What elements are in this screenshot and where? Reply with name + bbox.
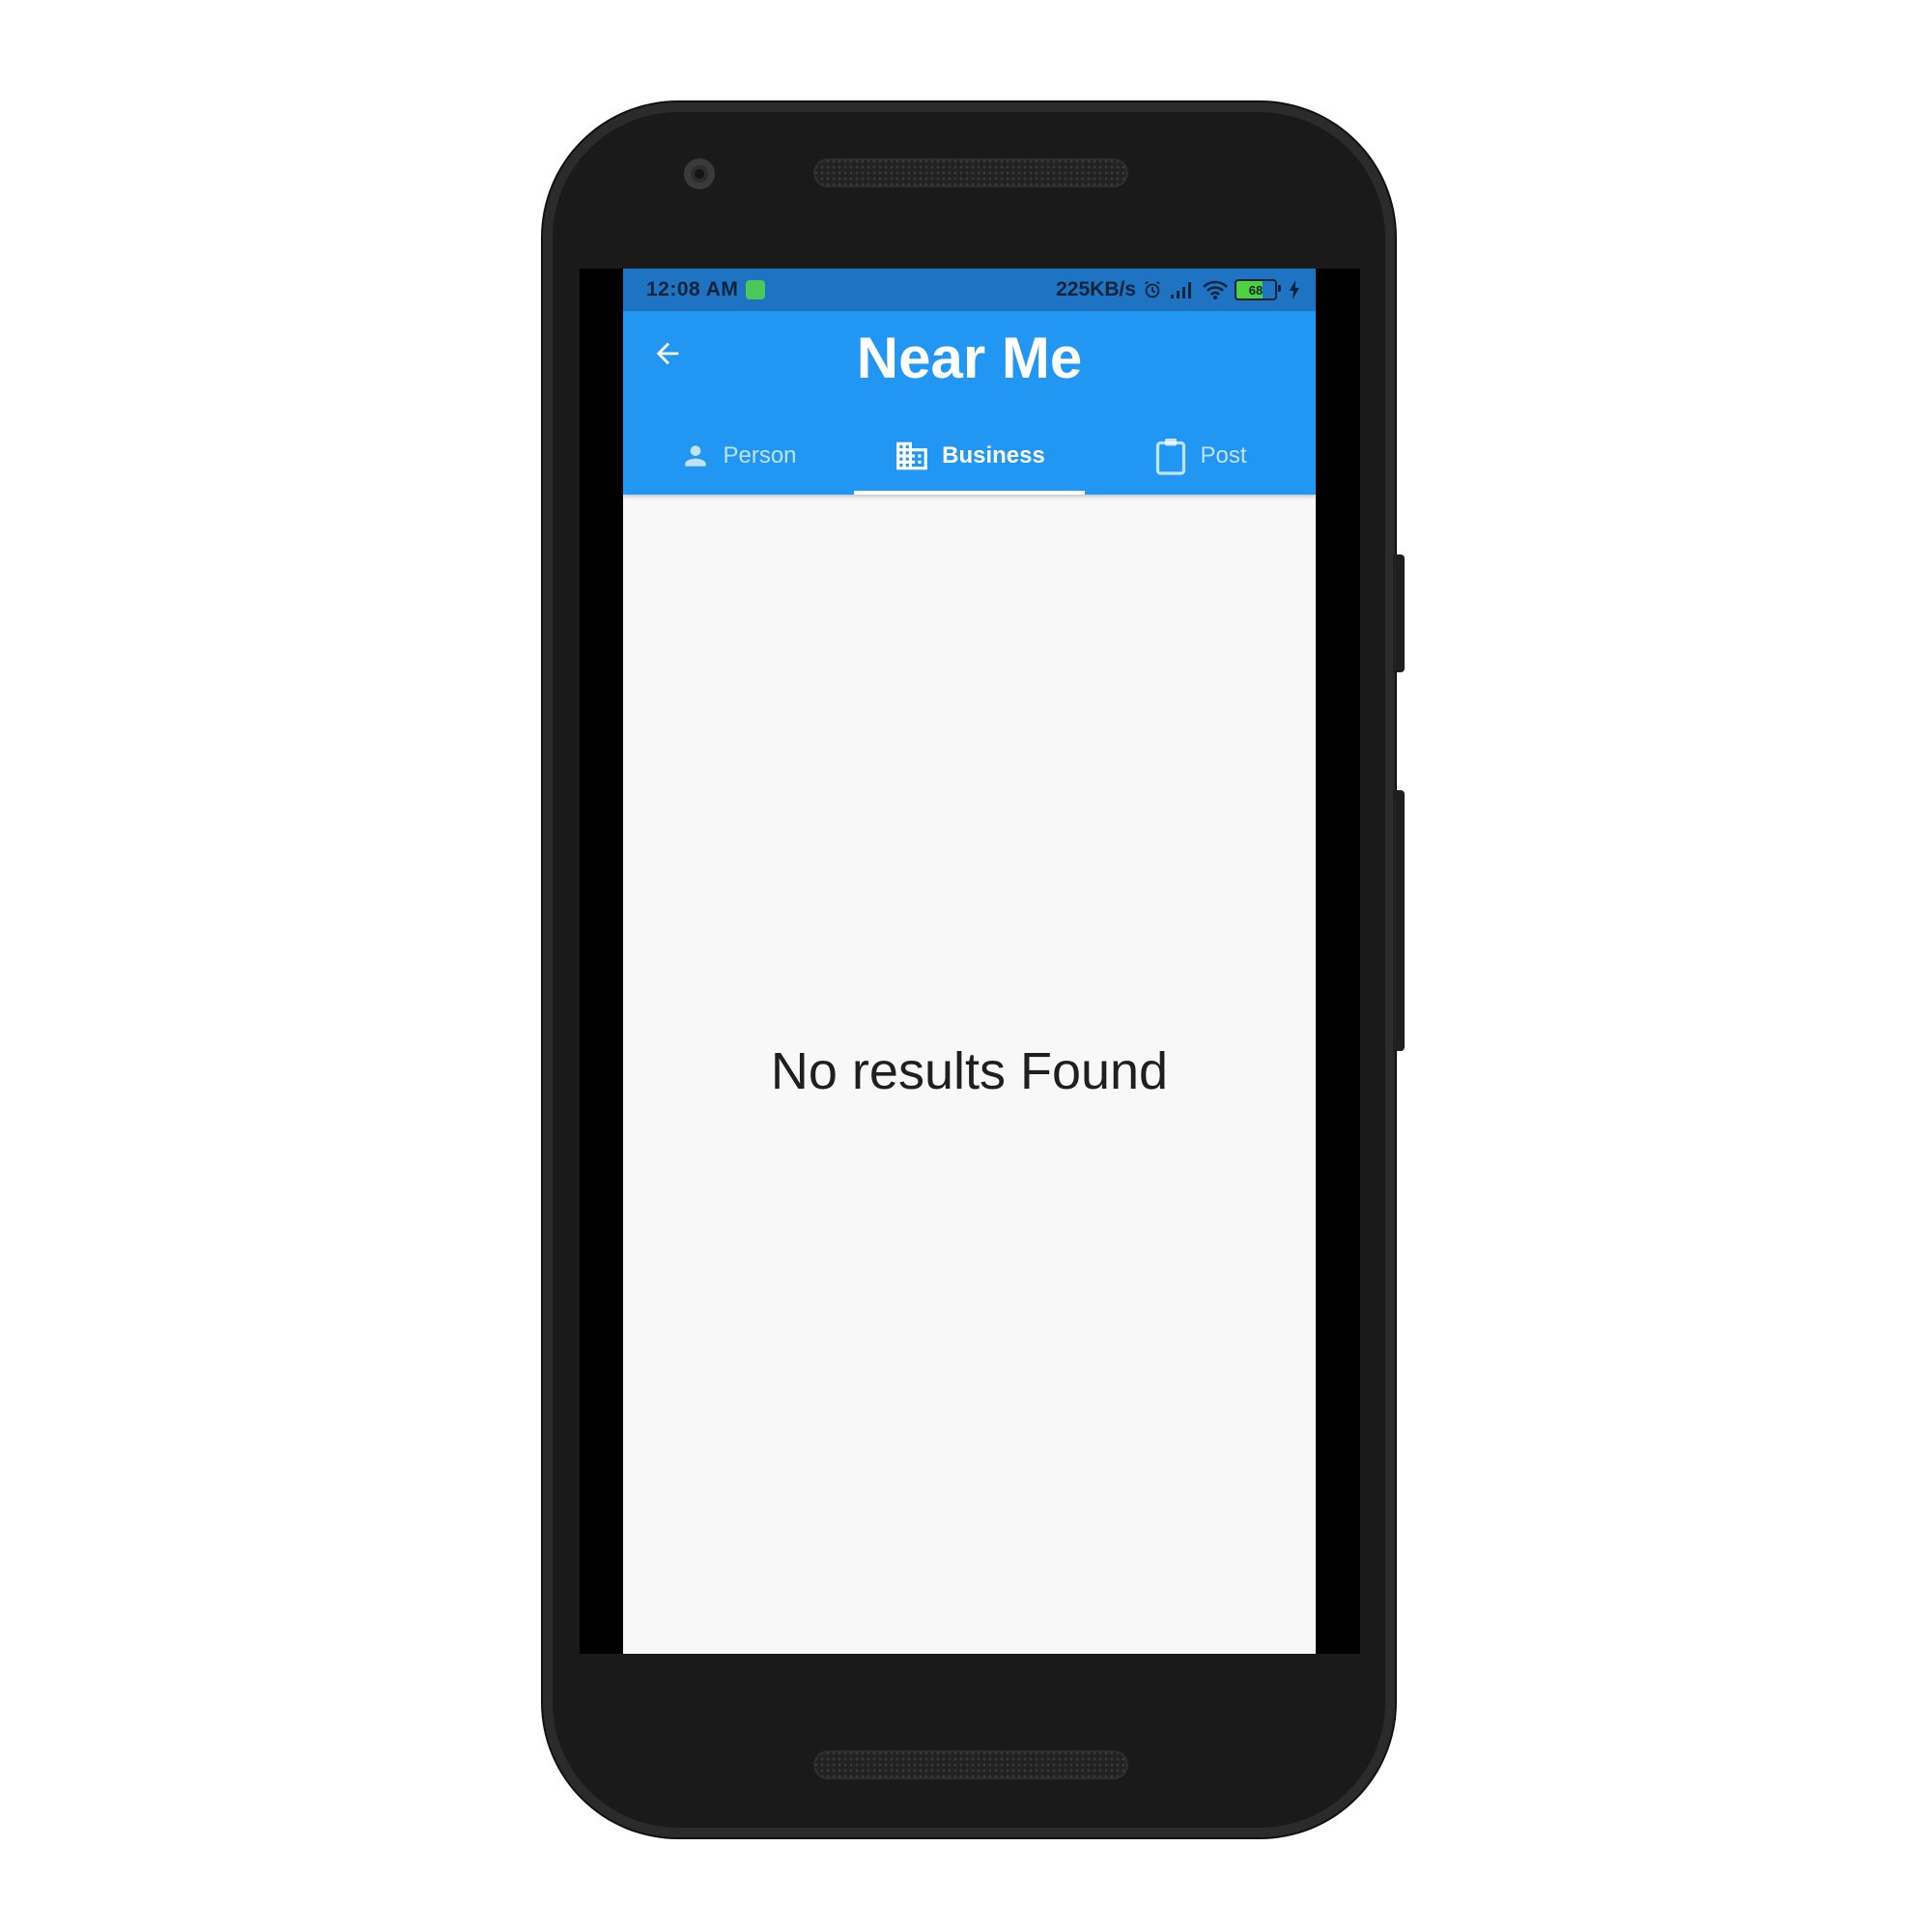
app-screen: 12:08 AM 225KB/s 68 Near Me Person Busin… [623,269,1316,1654]
tab-person[interactable]: Person [623,417,854,495]
power-button [1393,554,1405,672]
app-bar: Near Me Person Business Post [623,311,1316,495]
tab-post[interactable]: Post [1085,417,1316,495]
tab-business-label: Business [942,442,1045,469]
bottom-speaker [813,1750,1128,1779]
status-bar: 12:08 AM 225KB/s 68 [623,269,1316,311]
status-indicators: 225KB/s 68 [1056,278,1300,301]
tab-post-label: Post [1200,442,1247,469]
wifi-icon [1202,279,1229,300]
active-tab-indicator [854,491,1085,495]
alarm-icon [1142,279,1163,300]
tab-bar: Person Business Post [623,417,1316,495]
page-title: Near Me [856,326,1083,390]
tab-business[interactable]: Business [854,417,1085,495]
tab-person-label: Person [723,442,797,469]
network-speed: 225KB/s [1056,278,1136,300]
charging-icon [1289,280,1300,299]
status-time: 12:08 AM [646,278,739,300]
business-icon [894,438,930,474]
signal-icon [1169,280,1196,299]
earpiece-speaker [813,158,1128,187]
empty-state-message: No results Found [770,1042,1169,1100]
clipboard-icon [1153,437,1188,475]
app-notification-icon [746,280,766,299]
battery-level: 68 [1248,282,1264,298]
front-camera [684,158,715,189]
battery-icon: 68 [1235,279,1281,300]
person-icon [680,440,711,471]
volume-button [1393,790,1405,1051]
